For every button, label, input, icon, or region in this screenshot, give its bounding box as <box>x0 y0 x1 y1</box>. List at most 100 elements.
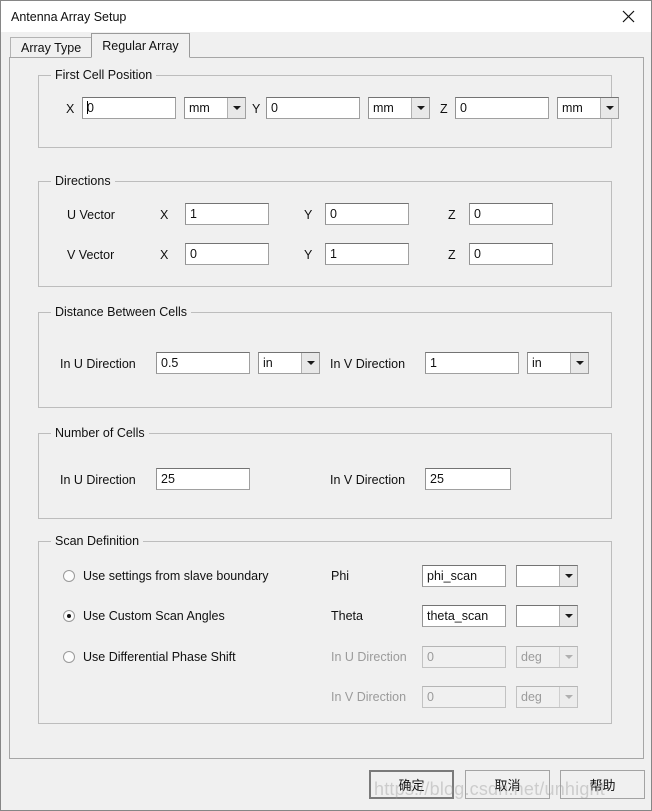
input-theta-value: theta_scan <box>427 609 489 623</box>
chevron-down-icon <box>559 566 577 586</box>
tab-array-type[interactable]: Array Type <box>10 37 93 58</box>
input-cells-u[interactable]: 25 <box>156 468 250 490</box>
cancel-button-label: 取消 <box>494 778 521 793</box>
label-cells-v-direction: In V Direction <box>330 473 406 487</box>
combo-first-cell-y-unit-value: mm <box>373 101 394 115</box>
window-title: Antenna Array Setup <box>11 9 127 24</box>
chevron-down-icon <box>227 98 245 118</box>
label-phase-shift-u-direction: In U Direction <box>331 650 407 664</box>
radio-use-slave-boundary-settings[interactable]: Use settings from slave boundary <box>63 569 271 583</box>
label-u-vector-y: Y <box>304 208 313 222</box>
ok-button[interactable]: 确定 <box>369 770 454 799</box>
combo-first-cell-x-unit[interactable]: mm <box>184 97 246 119</box>
radio-indicator-icon <box>63 651 75 663</box>
label-distance-u-direction: In U Direction <box>60 357 136 371</box>
radio-indicator-icon <box>63 610 75 622</box>
input-cells-v-value: 25 <box>430 472 444 486</box>
input-phase-shift-u: 0 <box>422 646 506 668</box>
input-distance-u[interactable]: 0.5 <box>156 352 250 374</box>
input-phi[interactable]: phi_scan <box>422 565 506 587</box>
input-first-cell-x[interactable]: 0 <box>82 97 176 119</box>
combo-first-cell-z-unit-value: mm <box>562 101 583 115</box>
input-u-vector-z[interactable]: 0 <box>469 203 553 225</box>
combo-first-cell-x-unit-value: mm <box>189 101 210 115</box>
label-v-vector: V Vector <box>67 248 115 262</box>
group-distance-between-cells: Distance Between Cells In U Direction 0.… <box>38 305 612 408</box>
group-directions: Directions U Vector X 1 Y 0 Z 0 V Vector… <box>38 174 612 287</box>
tab-content-panel: First Cell Position X 0 mm Y 0 mm Z 0 mm <box>9 57 644 759</box>
label-u-vector: U Vector <box>67 208 115 222</box>
label-theta: Theta <box>331 609 363 623</box>
input-v-vector-z-value: 0 <box>474 247 481 261</box>
dialog-footer: 确定 取消 帮助 <box>1 759 651 810</box>
ok-button-label: 确定 <box>398 778 425 793</box>
group-first-cell-position: First Cell Position X 0 mm Y 0 mm Z 0 mm <box>38 68 619 148</box>
combo-phi-unit-value <box>517 566 559 586</box>
combo-phi-unit[interactable] <box>516 565 578 587</box>
radio-use-slave-boundary-settings-label: Use settings from slave boundary <box>83 569 269 583</box>
group-number-of-cells-title: Number of Cells <box>51 426 149 440</box>
combo-phase-shift-u-unit-value: deg <box>521 650 542 664</box>
input-theta[interactable]: theta_scan <box>422 605 506 627</box>
input-phase-shift-v: 0 <box>422 686 506 708</box>
cancel-button[interactable]: 取消 <box>465 770 550 799</box>
input-phase-shift-u-value: 0 <box>427 650 434 664</box>
label-first-cell-x: X <box>66 102 75 116</box>
chevron-down-icon <box>559 687 577 707</box>
combo-theta-unit-value <box>517 606 559 626</box>
label-v-vector-z: Z <box>448 248 456 262</box>
combo-distance-v-unit[interactable]: in <box>527 352 589 374</box>
label-v-vector-y: Y <box>304 248 313 262</box>
group-directions-title: Directions <box>51 174 115 188</box>
radio-use-differential-phase-shift[interactable]: Use Differential Phase Shift <box>63 650 236 664</box>
input-v-vector-x[interactable]: 0 <box>185 243 269 265</box>
close-icon <box>622 10 635 23</box>
input-u-vector-y[interactable]: 0 <box>325 203 409 225</box>
input-distance-v[interactable]: 1 <box>425 352 519 374</box>
input-cells-v[interactable]: 25 <box>425 468 511 490</box>
tab-strip: Array Type Regular Array <box>1 32 651 58</box>
combo-phase-shift-v-unit-value: deg <box>521 690 542 704</box>
combo-distance-v-unit-value: in <box>532 356 542 370</box>
input-distance-u-value: 0.5 <box>161 356 179 370</box>
close-button[interactable] <box>606 1 651 32</box>
radio-use-custom-scan-angles[interactable]: Use Custom Scan Angles <box>63 609 225 623</box>
input-v-vector-z[interactable]: 0 <box>469 243 553 265</box>
tab-regular-array[interactable]: Regular Array <box>91 33 190 58</box>
tab-array-type-label: Array Type <box>21 41 82 55</box>
input-u-vector-x-value: 1 <box>190 207 197 221</box>
combo-distance-u-unit-value: in <box>263 356 273 370</box>
input-u-vector-z-value: 0 <box>474 207 481 221</box>
help-button[interactable]: 帮助 <box>560 770 645 799</box>
input-cells-u-value: 25 <box>161 472 175 486</box>
combo-first-cell-z-unit[interactable]: mm <box>557 97 619 119</box>
input-first-cell-y-value: 0 <box>271 101 278 115</box>
label-distance-v-direction: In V Direction <box>330 357 406 371</box>
input-first-cell-y[interactable]: 0 <box>266 97 360 119</box>
input-phi-value: phi_scan <box>427 569 478 583</box>
combo-first-cell-y-unit[interactable]: mm <box>368 97 430 119</box>
label-first-cell-y: Y <box>252 102 261 116</box>
input-u-vector-x[interactable]: 1 <box>185 203 269 225</box>
combo-distance-u-unit[interactable]: in <box>258 352 320 374</box>
radio-use-differential-phase-shift-label: Use Differential Phase Shift <box>83 650 236 664</box>
input-v-vector-y[interactable]: 1 <box>325 243 409 265</box>
combo-phase-shift-v-unit: deg <box>516 686 578 708</box>
chevron-down-icon <box>600 98 618 118</box>
group-scan-definition: Scan Definition Use settings from slave … <box>38 534 612 724</box>
input-first-cell-x-value: 0 <box>87 101 94 115</box>
combo-phase-shift-u-unit: deg <box>516 646 578 668</box>
group-number-of-cells: Number of Cells In U Direction 25 In V D… <box>38 426 612 519</box>
label-u-vector-z: Z <box>448 208 456 222</box>
input-first-cell-z[interactable]: 0 <box>455 97 549 119</box>
chevron-down-icon <box>411 98 429 118</box>
combo-theta-unit[interactable] <box>516 605 578 627</box>
label-v-vector-x: X <box>160 248 169 262</box>
title-bar: Antenna Array Setup <box>1 1 651 32</box>
radio-use-custom-scan-angles-label: Use Custom Scan Angles <box>83 609 225 623</box>
group-first-cell-position-title: First Cell Position <box>51 68 157 82</box>
input-phase-shift-v-value: 0 <box>427 690 434 704</box>
input-u-vector-y-value: 0 <box>330 207 337 221</box>
input-first-cell-z-value: 0 <box>460 101 467 115</box>
tab-regular-array-label: Regular Array <box>102 38 179 53</box>
